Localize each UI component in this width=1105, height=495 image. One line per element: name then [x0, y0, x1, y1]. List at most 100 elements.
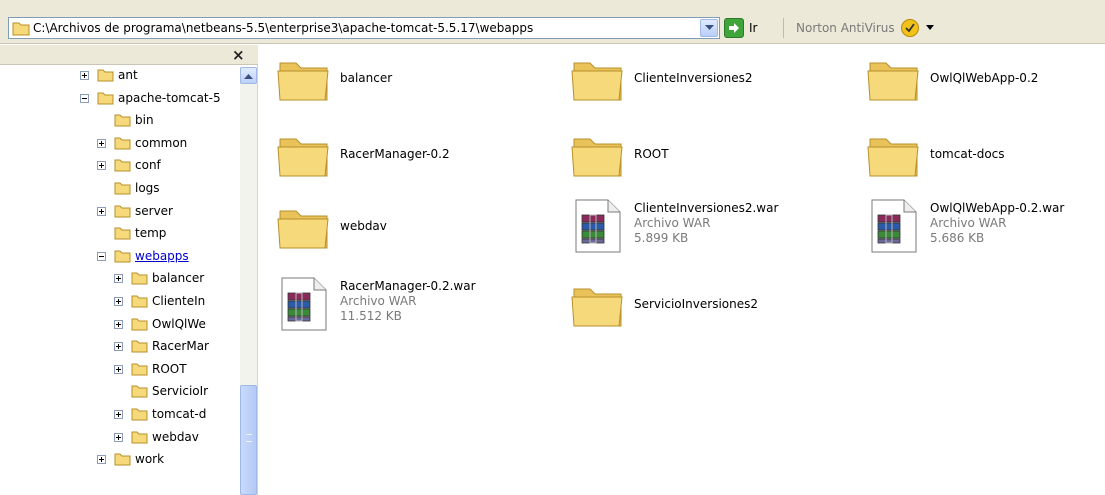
tree-item[interactable]: ServicioIr: [0, 383, 240, 401]
tree-item-label: balancer: [152, 271, 205, 286]
expand-icon[interactable]: [97, 206, 106, 216]
expand-icon[interactable]: [114, 342, 123, 352]
folder-icon: [114, 205, 131, 218]
tree-item-label: tomcat-d: [152, 407, 207, 421]
expand-icon[interactable]: [114, 297, 123, 306]
collapse-icon[interactable]: [80, 93, 89, 103]
folder-icon: [131, 363, 148, 376]
tree-item[interactable]: conf: [0, 157, 240, 175]
norton-label: Norton AntiVirus: [796, 21, 895, 35]
tree-item[interactable]: tomcat-d: [0, 406, 240, 424]
tree-item[interactable]: balancer: [0, 270, 240, 288]
expand-icon[interactable]: [97, 455, 106, 465]
folder-item[interactable]: ROOT: [570, 127, 840, 187]
item-size: 11.512 KB: [340, 309, 402, 323]
folder-icon: [131, 385, 148, 398]
norton-shield-icon: [901, 19, 919, 37]
folder-icon: [114, 227, 131, 240]
folder-tree-pane: × ant apache-tomcat-5 bin common conf logs ser…: [0, 45, 258, 495]
file-item[interactable]: RacerManager-0.2.war Archivo WAR 11.512 KB: [276, 277, 546, 337]
item-size: 5.899 KB: [634, 231, 689, 245]
tree-item[interactable]: work: [0, 451, 240, 469]
expand-icon[interactable]: [97, 161, 106, 171]
tree-item[interactable]: ant: [0, 67, 240, 85]
item-name: ServicioInversiones2: [634, 297, 759, 311]
tree-item-label: webapps: [135, 248, 189, 263]
tree-item-label: work: [135, 452, 165, 467]
war-archive-icon: [281, 277, 327, 331]
address-path[interactable]: C:\Archivos de programa\netbeans-5.5\ent…: [33, 21, 533, 35]
item-name: tomcat-docs: [930, 147, 1005, 161]
file-item[interactable]: ClienteInversiones2.war Archivo WAR 5.899 …: [570, 199, 840, 259]
folder-item[interactable]: OwlQlWebApp-0.2: [866, 51, 1105, 111]
folder-item[interactable]: tomcat-docs: [866, 127, 1105, 187]
folder-item[interactable]: balancer: [276, 51, 546, 111]
expand-icon[interactable]: [114, 274, 123, 284]
scroll-up-button[interactable]: [240, 67, 257, 84]
tree-item[interactable]: common: [0, 135, 240, 153]
item-name: ROOT: [634, 147, 669, 161]
go-button[interactable]: Ir: [724, 17, 776, 39]
folder-item[interactable]: webdav: [276, 199, 546, 259]
tree-item-label: ROOT: [152, 361, 187, 376]
expand-icon[interactable]: [97, 138, 106, 148]
tree-item-label: logs: [135, 181, 160, 195]
tree-item-label: ServicioIr: [152, 384, 209, 399]
item-size: 5.686 KB: [930, 231, 985, 245]
tree-item[interactable]: bin: [0, 112, 240, 130]
tree-item[interactable]: webapps: [0, 248, 240, 266]
folder-icon: [867, 138, 919, 177]
file-item[interactable]: OwlQlWebApp-0.2.war Archivo WAR 5.686 KB: [866, 199, 1105, 259]
item-name: RacerManager-0.2.war: [340, 279, 476, 293]
folder-icon: [131, 272, 148, 285]
expand-icon[interactable]: [114, 364, 123, 374]
address-dropdown-button[interactable]: [700, 19, 718, 37]
tree-item-label: OwlQlWe: [152, 316, 206, 331]
expand-icon[interactable]: [114, 410, 123, 419]
tree-item-label: apache-tomcat-5: [118, 90, 221, 105]
chevron-down-icon: [705, 25, 714, 30]
tree-header: ×: [0, 45, 258, 65]
item-name: balancer: [340, 71, 393, 85]
item-type: Archivo WAR: [340, 294, 417, 308]
folder-item[interactable]: ServicioInversiones2: [570, 277, 840, 337]
tree-item[interactable]: ROOT: [0, 361, 240, 379]
folder-icon: [131, 340, 148, 353]
chevron-down-icon: [926, 25, 934, 30]
tree-item[interactable]: OwlQlWe: [0, 316, 240, 334]
folder-item[interactable]: RacerManager-0.2: [276, 127, 546, 187]
folder-icon: [571, 288, 623, 327]
tree-item[interactable]: RacerMar: [0, 338, 240, 356]
tree-item-label: temp: [135, 226, 167, 241]
scroll-grip: [246, 434, 252, 442]
tree-item-label: conf: [135, 158, 161, 173]
collapse-icon[interactable]: [97, 251, 106, 261]
folder-icon: [277, 62, 329, 101]
folder-item[interactable]: ClienteInversiones2: [570, 51, 840, 111]
expand-icon[interactable]: [114, 432, 123, 442]
tree-item[interactable]: apache-tomcat-5: [0, 90, 240, 108]
close-icon[interactable]: ×: [232, 46, 245, 64]
tree-item-label: webdav: [152, 429, 199, 444]
tree-item[interactable]: server: [0, 203, 240, 221]
folder-icon: [131, 318, 148, 331]
tree-item[interactable]: webdav: [0, 429, 240, 447]
scroll-thumb[interactable]: [240, 385, 257, 495]
folder-icon: [114, 182, 131, 195]
file-list-pane: balancer ClienteInversiones2 OwlQlWebApp-0…: [262, 45, 1105, 495]
tree-scrollbar[interactable]: [240, 67, 257, 495]
folder-icon: [867, 62, 919, 101]
folder-icon: [277, 138, 329, 177]
folder-icon: [114, 137, 131, 150]
expand-icon[interactable]: [80, 71, 89, 80]
folder-open-icon: [114, 250, 131, 263]
go-label: Ir: [749, 21, 758, 35]
expand-icon[interactable]: [114, 319, 123, 329]
tree-item[interactable]: temp: [0, 225, 240, 243]
item-type: Archivo WAR: [930, 216, 1007, 230]
folder-icon: [571, 62, 623, 101]
tree-item[interactable]: ClienteIn: [0, 293, 240, 311]
tree-item[interactable]: logs: [0, 180, 240, 198]
address-field[interactable]: C:\Archivos de programa\netbeans-5.5\ent…: [8, 17, 720, 39]
folder-icon: [277, 210, 329, 249]
